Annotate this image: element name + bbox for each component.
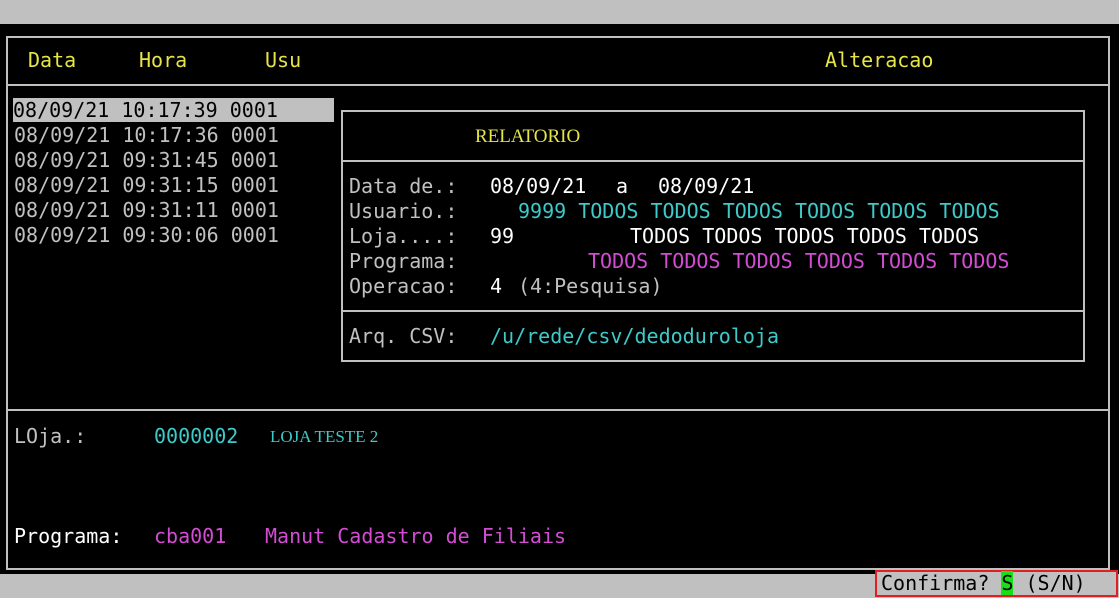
footer-programa-desc: Manut Cadastro de Filiais bbox=[265, 524, 567, 548]
dialog-title: RELATORIO bbox=[475, 126, 581, 147]
footer-programa-label: Programa: bbox=[14, 524, 123, 548]
programa-field[interactable]: TODOS TODOS TODOS TODOS TODOS TODOS bbox=[588, 249, 1009, 274]
data-from-field[interactable]: 08/09/21 bbox=[490, 174, 586, 199]
loja-label: Loja....: bbox=[349, 224, 458, 248]
table-row[interactable]: 08/09/21 09:31:15 0001 bbox=[14, 173, 279, 198]
table-row[interactable]: 08/09/21 09:30:06 0001 bbox=[14, 223, 279, 248]
dialog-csv-divider bbox=[343, 310, 1083, 312]
column-header-usu: Usu bbox=[265, 48, 302, 72]
column-header-hora: Hora bbox=[139, 48, 188, 72]
relatorio-dialog: RELATORIO Data de.: 08/09/21 a 08/09/21 … bbox=[341, 110, 1085, 362]
programa-label: Programa: bbox=[349, 249, 458, 273]
footer-divider bbox=[6, 409, 1110, 411]
table-row[interactable]: 08/09/21 09:31:45 0001 bbox=[14, 148, 279, 173]
operacao-field[interactable]: 4 bbox=[490, 274, 502, 299]
footer-loja-code: 0000002 bbox=[154, 424, 239, 448]
data-separator: a bbox=[616, 174, 629, 198]
data-to-field[interactable]: 08/09/21 bbox=[658, 174, 754, 199]
data-de-label: Data de.: bbox=[349, 174, 458, 198]
confirm-label: Confirma? bbox=[881, 571, 990, 595]
table-row-selected[interactable]: 08/09/21 10:17:39 0001 bbox=[13, 98, 334, 122]
table-row[interactable]: 08/09/21 09:31:11 0001 bbox=[14, 198, 279, 223]
confirm-options: (S/N) bbox=[1025, 571, 1086, 595]
column-header-alteracao: Alteracao bbox=[825, 48, 934, 72]
csv-path-field[interactable]: /u/rede/csv/dedoduroloja bbox=[490, 324, 779, 349]
operacao-desc: (4:Pesquisa) bbox=[518, 274, 663, 298]
confirm-prompt: Confirma? S (S/N) bbox=[875, 570, 1118, 597]
loja-code-field[interactable]: 99 bbox=[490, 224, 514, 249]
footer-loja-name: LOJA TESTE 2 bbox=[270, 427, 379, 446]
terminal-screen: Data Hora Usu Alteracao 08/09/21 10:17:3… bbox=[0, 24, 1119, 574]
footer-loja-label: LOja.: bbox=[14, 424, 87, 448]
confirm-answer-field[interactable]: S bbox=[1001, 571, 1014, 595]
header-divider bbox=[6, 84, 1110, 86]
dialog-title-divider bbox=[343, 160, 1083, 162]
column-header-data: Data bbox=[28, 48, 77, 72]
usuario-field[interactable]: 9999 TODOS TODOS TODOS TODOS TODOS TODOS bbox=[518, 199, 1000, 224]
table-row[interactable]: 08/09/21 10:17:36 0001 bbox=[14, 123, 279, 148]
operacao-label: Operacao: bbox=[349, 274, 458, 298]
footer-programa-code: cba001 bbox=[154, 524, 227, 548]
usuario-label: Usuario.: bbox=[349, 199, 458, 223]
csv-label: Arq. CSV: bbox=[349, 324, 458, 348]
loja-value: TODOS TODOS TODOS TODOS TODOS bbox=[630, 224, 980, 248]
